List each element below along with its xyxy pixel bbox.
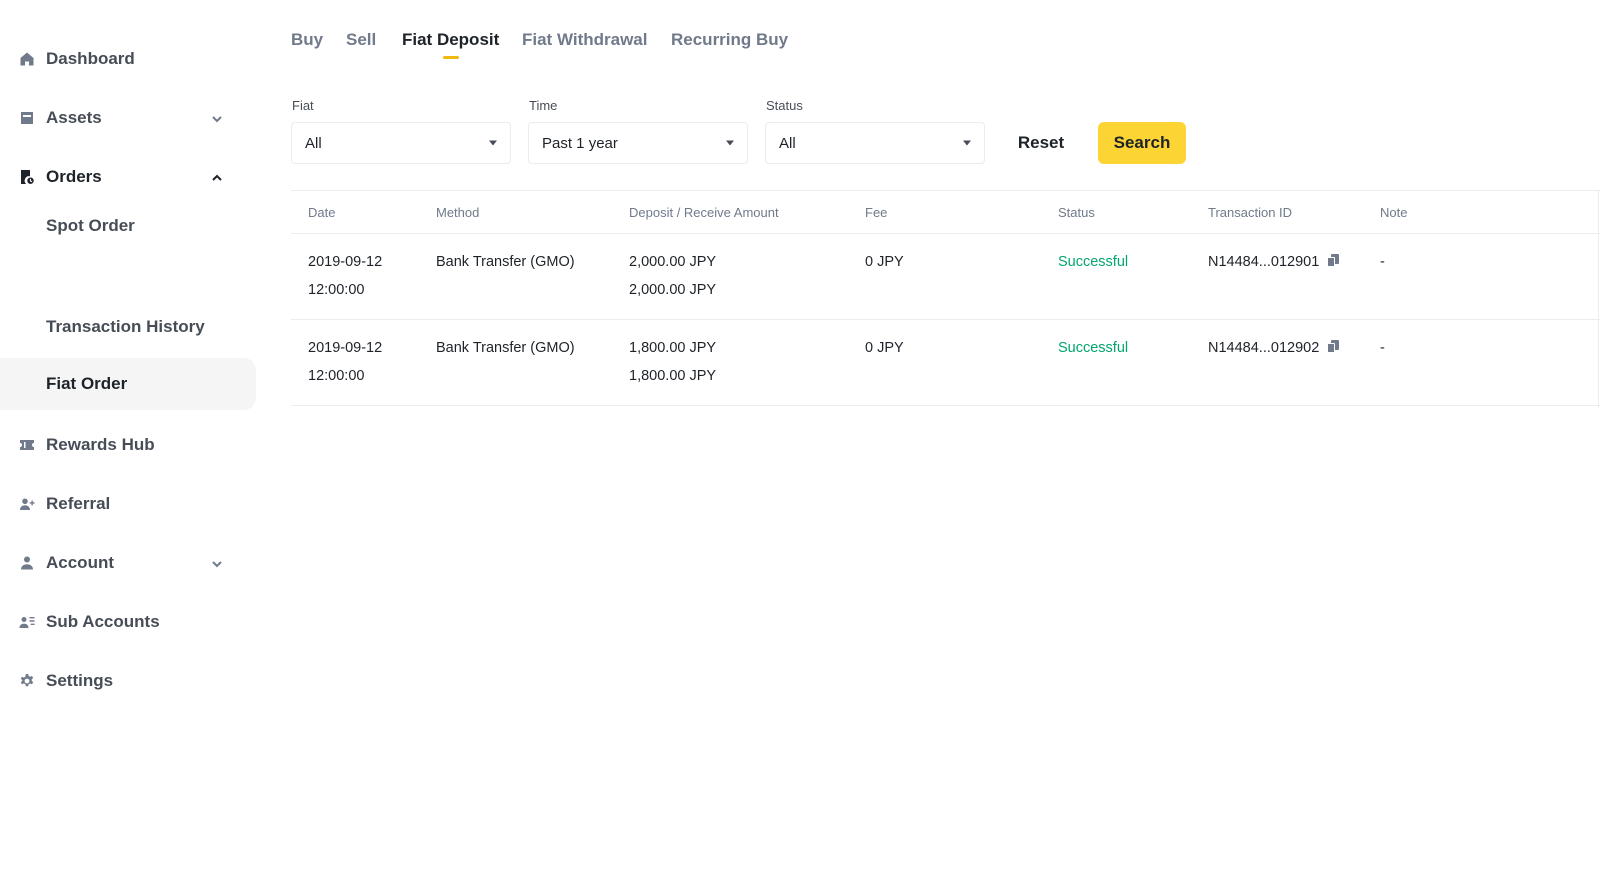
- tab-fiat-withdrawal[interactable]: Fiat Withdrawal: [522, 30, 647, 50]
- date-cell: 2019-09-12 12:00:00: [308, 334, 382, 390]
- date-value: 2019-09-12: [308, 340, 383, 356]
- time-select[interactable]: Past 1 year: [528, 122, 748, 164]
- date-value: 2019-09-12: [308, 254, 383, 270]
- status-cell: Successful: [1058, 340, 1129, 356]
- status-cell: Successful: [1058, 254, 1129, 270]
- column-header-fee: Fee: [865, 205, 888, 220]
- fiat-select-value: All: [305, 134, 322, 152]
- user-icon: [18, 554, 36, 572]
- deposit-amount: 1,800.00 JPY: [629, 340, 717, 356]
- tab-recurring-buy[interactable]: Recurring Buy: [671, 30, 788, 50]
- sidebar-item-spot-order[interactable]: Spot Order: [0, 200, 256, 252]
- table-row: 2019-09-12 12:00:00 Bank Transfer (GMO) …: [291, 320, 1600, 406]
- fee-cell: 0 JPY: [865, 254, 904, 270]
- tab-label: Fiat Deposit: [402, 30, 500, 49]
- copy-icon[interactable]: [1327, 340, 1340, 353]
- tab-buy[interactable]: Buy: [291, 30, 323, 50]
- sidebar-item-account[interactable]: Account: [0, 537, 256, 589]
- sidebar-item-referral[interactable]: Referral: [0, 478, 256, 530]
- note-cell: -: [1380, 254, 1385, 270]
- date-cell: 2019-09-12 12:00:00: [308, 248, 382, 304]
- sidebar-item-settings[interactable]: Settings: [0, 655, 256, 707]
- caret-down-icon: [963, 140, 971, 146]
- sidebar-item-rewards-hub[interactable]: Rewards Hub: [0, 419, 256, 471]
- ticket-icon: [18, 436, 36, 454]
- caret-down-icon: [726, 140, 734, 146]
- column-header-note: Note: [1380, 205, 1408, 220]
- add-user-icon: [18, 495, 36, 513]
- sidebar-item-label: Settings: [46, 671, 114, 690]
- time-value: 12:00:00: [308, 368, 365, 384]
- transaction-id-cell: N14484...012902: [1208, 334, 1340, 362]
- search-button[interactable]: Search: [1098, 122, 1186, 164]
- sidebar-item-orders[interactable]: Orders: [0, 151, 256, 203]
- sidebar-item-assets[interactable]: Assets: [0, 92, 256, 144]
- transaction-id: N14484...012901: [1208, 254, 1320, 270]
- status-filter-label: Status: [766, 98, 803, 113]
- note-cell: -: [1380, 340, 1385, 356]
- sidebar-item-label: Sub Accounts: [46, 612, 160, 631]
- sidebar-item-sub-accounts[interactable]: Sub Accounts: [0, 596, 256, 648]
- table-header: Date Method Deposit / Receive Amount Fee…: [291, 190, 1600, 234]
- sidebar-item-fiat-order[interactable]: Fiat Order: [0, 358, 256, 410]
- table-right-border: [1598, 190, 1599, 408]
- sidebar-item-label: Transaction History: [46, 317, 205, 336]
- transaction-id-cell: N14484...012901: [1208, 248, 1340, 276]
- tab-sell[interactable]: Sell: [346, 30, 376, 50]
- method-cell: Bank Transfer (GMO): [436, 340, 575, 356]
- chevron-down-icon: [211, 557, 223, 569]
- amount-cell: 2,000.00 JPY 2,000.00 JPY: [629, 248, 716, 304]
- column-header-amount: Deposit / Receive Amount: [629, 205, 779, 220]
- time-value: 12:00:00: [308, 282, 365, 298]
- status-select[interactable]: All: [765, 122, 985, 164]
- orders-icon: [18, 168, 36, 186]
- column-header-date: Date: [308, 205, 336, 220]
- column-header-transaction-id: Transaction ID: [1208, 205, 1293, 220]
- amount-cell: 1,800.00 JPY 1,800.00 JPY: [629, 334, 716, 390]
- active-tab-indicator: [442, 56, 459, 59]
- sub-accounts-icon: [18, 613, 36, 631]
- copy-icon[interactable]: [1327, 254, 1340, 267]
- deposit-amount: 2,000.00 JPY: [629, 254, 717, 270]
- sidebar-item-label: Spot Order: [46, 216, 135, 235]
- time-select-value: Past 1 year: [542, 134, 618, 152]
- receive-amount: 2,000.00 JPY: [629, 282, 717, 298]
- transaction-id: N14484...012902: [1208, 340, 1320, 356]
- time-filter-label: Time: [529, 98, 558, 113]
- fiat-filter-label: Fiat: [292, 98, 314, 113]
- fiat-select[interactable]: All: [291, 122, 511, 164]
- gear-icon: [18, 672, 36, 690]
- status-select-value: All: [779, 134, 796, 152]
- method-cell: Bank Transfer (GMO): [436, 254, 575, 270]
- sidebar: Dashboard Assets Orders Spot Order Trans…: [0, 0, 256, 877]
- home-icon: [18, 50, 36, 68]
- chevron-up-icon: [211, 171, 223, 183]
- sidebar-item-label: Fiat Order: [46, 374, 128, 393]
- sidebar-item-label: Dashboard: [46, 49, 135, 68]
- receive-amount: 1,800.00 JPY: [629, 368, 717, 384]
- reset-button[interactable]: Reset: [1000, 122, 1082, 164]
- chevron-down-icon: [211, 112, 223, 124]
- sidebar-item-label: Assets: [46, 108, 102, 127]
- column-header-status: Status: [1058, 205, 1095, 220]
- caret-down-icon: [489, 140, 497, 146]
- fee-cell: 0 JPY: [865, 340, 904, 356]
- tab-fiat-deposit[interactable]: Fiat Deposit: [402, 30, 500, 59]
- sidebar-item-label: Orders: [46, 167, 102, 186]
- sidebar-item-label: Account: [46, 553, 114, 572]
- sidebar-item-label: Referral: [46, 494, 111, 513]
- table-row: 2019-09-12 12:00:00 Bank Transfer (GMO) …: [291, 234, 1600, 320]
- sidebar-item-transaction-history[interactable]: Transaction History: [0, 301, 256, 353]
- sidebar-item-label: Rewards Hub: [46, 435, 155, 454]
- wallet-icon: [18, 109, 36, 127]
- sidebar-item-dashboard[interactable]: Dashboard: [0, 33, 256, 85]
- column-header-method: Method: [436, 205, 480, 220]
